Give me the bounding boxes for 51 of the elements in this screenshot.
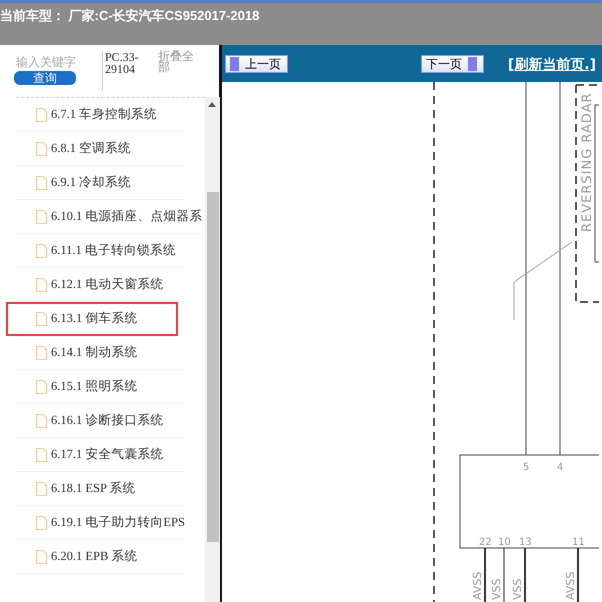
document-icon bbox=[36, 210, 47, 224]
pin-label: 4 bbox=[557, 462, 564, 473]
document-icon bbox=[36, 278, 47, 292]
tree-item[interactable]: 6.13.1 倒车系统 bbox=[6, 302, 178, 336]
document-icon bbox=[36, 414, 47, 428]
document-icon bbox=[36, 482, 47, 496]
tree-item[interactable]: 6.11.1 电子转向锁系统 bbox=[16, 234, 184, 268]
model-code: PC.33-29104 bbox=[102, 51, 152, 91]
signal-label: VSS bbox=[490, 578, 503, 600]
tree-item[interactable]: 6.9.1 冷却系统 bbox=[16, 166, 184, 200]
signal-label: AVSS bbox=[564, 572, 577, 600]
pin-label: 10 bbox=[498, 537, 511, 548]
document-icon bbox=[36, 176, 47, 190]
tree-item[interactable]: 6.12.1 电动天窗系统 bbox=[16, 268, 184, 302]
document-icon bbox=[36, 448, 47, 462]
tree-item[interactable]: 6.17.1 安全气囊系统 bbox=[16, 438, 184, 472]
pin-label: 22 bbox=[479, 537, 492, 548]
vehicle-model-title: 当前车型： 厂家:C-长安汽车CS952017-2018 bbox=[0, 7, 260, 25]
wire bbox=[484, 548, 486, 602]
next-page-button[interactable]: 下一页 bbox=[421, 55, 484, 73]
tree-item[interactable]: 6.7.1 车身控制系统 bbox=[16, 98, 184, 132]
pin-label: 13 bbox=[519, 537, 532, 548]
scrollbar[interactable] bbox=[205, 97, 220, 602]
previous-page-button[interactable]: 上一页 bbox=[225, 55, 288, 73]
tree-item[interactable]: 6.19.1 电子助力转向EPS bbox=[16, 506, 185, 540]
signal-label: VSS bbox=[511, 578, 524, 600]
refresh-page-link[interactable]: [刷新当前页.] bbox=[508, 55, 596, 76]
wire bbox=[577, 548, 579, 602]
pin-label: 11 bbox=[572, 537, 585, 548]
wire bbox=[524, 548, 526, 602]
document-icon bbox=[36, 142, 47, 156]
document-icon bbox=[36, 108, 47, 122]
search-button[interactable]: 查询 bbox=[14, 71, 76, 85]
scroll-thumb[interactable] bbox=[207, 192, 219, 542]
tree-item[interactable]: 6.8.1 空调系统 bbox=[16, 132, 184, 166]
document-icon bbox=[36, 380, 47, 394]
tree-item[interactable]: 6.15.1 照明系统 bbox=[16, 370, 184, 404]
pin-label: 5 bbox=[523, 462, 530, 473]
scroll-up-icon[interactable] bbox=[208, 102, 216, 107]
signal-label: AVSS bbox=[471, 572, 484, 600]
document-icon bbox=[36, 550, 47, 564]
module-label: REVERSING RADAR bbox=[580, 92, 595, 232]
tree-item[interactable]: 6.16.1 诊断接口系统 bbox=[16, 404, 184, 438]
document-icon bbox=[36, 312, 47, 326]
tree-item[interactable]: 6.14.1 制动系统 bbox=[16, 336, 184, 370]
document-icon bbox=[36, 244, 47, 258]
tree-item[interactable]: 6.18.1 ESP 系统 bbox=[16, 472, 184, 506]
document-icon bbox=[36, 516, 47, 530]
tree-item[interactable]: 6.10.1 电源插座、点烟器系 bbox=[16, 200, 202, 234]
document-icon bbox=[36, 346, 47, 360]
tree-item[interactable]: 6.20.1 EPB 系统 bbox=[16, 540, 184, 574]
